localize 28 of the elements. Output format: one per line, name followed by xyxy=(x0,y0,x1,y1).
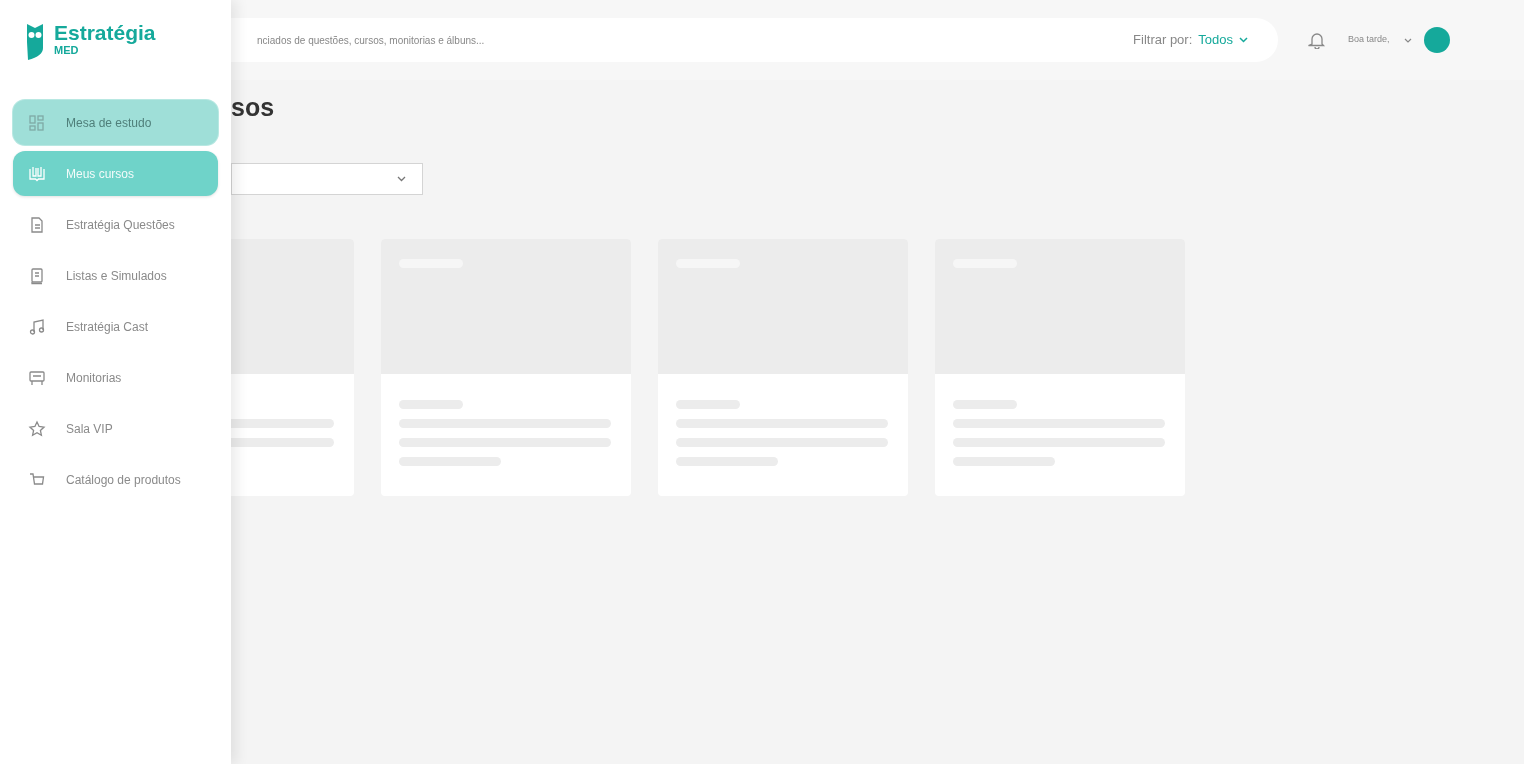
chevron-down-icon xyxy=(1239,37,1248,43)
music-note-icon xyxy=(28,317,46,336)
search-field[interactable]: nciados de questões, cursos, monitorias e álbuns... Filtrar por: Todos xyxy=(231,18,1278,62)
chevron-down-icon xyxy=(1403,37,1412,43)
logo-text: Estratégia xyxy=(54,22,156,43)
user-avatar[interactable] xyxy=(1423,27,1450,53)
chevron-down-icon xyxy=(397,176,406,182)
owl-logo-icon xyxy=(24,22,46,62)
sidebar-item[interactable]: Mesa de estudo xyxy=(13,100,218,145)
user-menu[interactable]: Boa tarde, xyxy=(1348,33,1412,47)
notification-bell-icon[interactable] xyxy=(1308,31,1326,49)
sidebar-item[interactable]: Estratégia Questões xyxy=(13,202,218,247)
book-icon xyxy=(28,164,46,183)
course-select[interactable] xyxy=(231,163,423,195)
star-icon xyxy=(28,419,46,438)
sidebar-item[interactable]: Listas e Simulados xyxy=(13,253,218,298)
sidebar-item[interactable]: Monitorias xyxy=(13,355,218,400)
logo-subtitle: MED xyxy=(54,45,80,56)
page-title: sos xyxy=(231,95,276,120)
grid-icon xyxy=(28,113,46,132)
whiteboard-icon xyxy=(28,368,46,387)
search-placeholder: nciados de questões, cursos, monitorias e álbuns... xyxy=(257,33,485,48)
sidebar-item[interactable]: Estratégia Cast xyxy=(13,304,218,349)
filter-dropdown[interactable]: Filtrar por: Todos xyxy=(1133,30,1248,50)
sidebar-item[interactable]: Catálogo de produtos xyxy=(13,457,218,502)
notebook-icon xyxy=(28,266,46,285)
document-icon xyxy=(28,215,46,234)
sidebar-item[interactable]: Sala VIP xyxy=(13,406,218,451)
